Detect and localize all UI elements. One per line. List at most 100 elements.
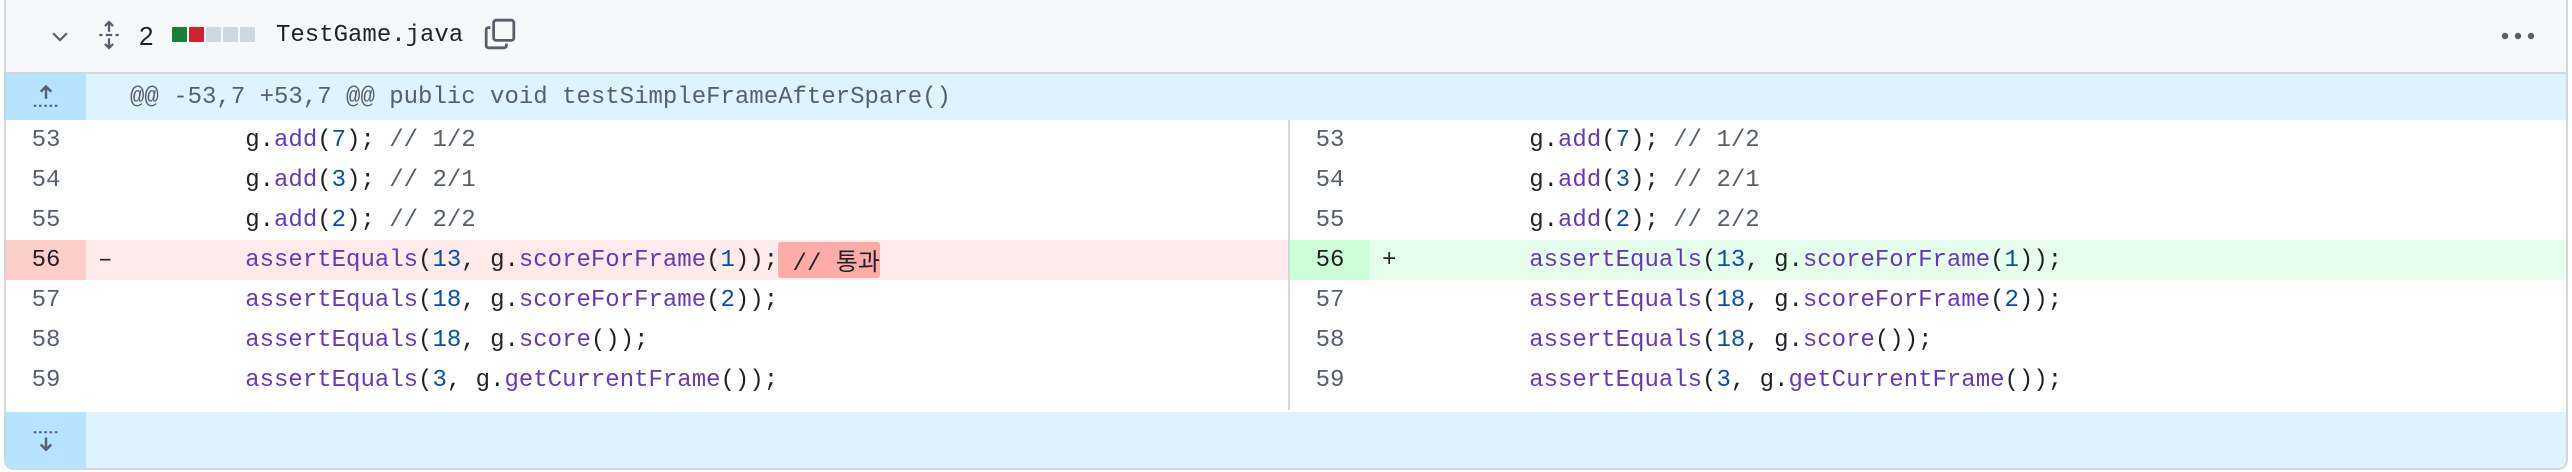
line-number[interactable]: 56 (6, 240, 86, 280)
code-token: ( (418, 366, 433, 394)
line-number[interactable]: 56 (1290, 240, 1370, 280)
diff-line: 54 g. add(3); // 2/1 (1290, 160, 2566, 200)
code-token: 18 (1716, 326, 1746, 354)
chevron-down-icon[interactable] (42, 20, 78, 52)
code-token: 1 (2004, 246, 2019, 274)
code-token: ( (418, 246, 433, 274)
code-line: g. add(7); // 1/2 (1414, 120, 1760, 160)
code-token: )); (2018, 286, 2063, 314)
code-token: 18 (432, 286, 462, 314)
code-token: ( (418, 326, 433, 354)
line-number[interactable]: 54 (1290, 160, 1370, 200)
line-number[interactable]: 58 (6, 320, 86, 360)
changes-count: 2 (139, 21, 154, 51)
line-number[interactable]: 54 (6, 160, 86, 200)
line-number[interactable]: 59 (1290, 360, 1370, 400)
code-token: , g. (1745, 286, 1803, 314)
code-line: assertEquals(18, g. scoreForFrame(2)); (130, 280, 778, 320)
line-number[interactable]: 53 (6, 120, 86, 160)
code-token: ); (1630, 126, 1674, 154)
code-line: assertEquals(3, g. getCurrentFrame ()); (1414, 360, 2062, 400)
code-token: scoreForFrame (1802, 246, 1991, 274)
copy-icon[interactable] (480, 14, 520, 54)
line-number[interactable]: 53 (1290, 120, 1370, 160)
code-token: scoreForFrame (518, 246, 707, 274)
code-token: ( (317, 166, 332, 194)
code-line: g. add(2); // 2/2 (130, 200, 475, 240)
code-token: ( (1601, 206, 1616, 234)
unfold-icon[interactable] (92, 16, 126, 54)
code-token: 2 (331, 206, 347, 234)
code-token: add (274, 126, 318, 154)
code-token: score (1802, 326, 1875, 354)
code-token: 3 (1716, 366, 1731, 394)
line-number[interactable]: 57 (1290, 280, 1370, 320)
code-line: g. add(7); // 1/2 (130, 120, 475, 160)
expand-down-icon[interactable] (6, 412, 86, 468)
hunk-footer-row (6, 412, 2566, 468)
code-token: ( (1702, 366, 1717, 394)
code-token: ( (1702, 246, 1717, 274)
code-token: , g. (1745, 326, 1803, 354)
code-token: assertEquals (245, 246, 419, 274)
code-token: ( (317, 126, 332, 154)
code-token: // 1/2 (1673, 126, 1760, 154)
code-token: 13 (432, 246, 462, 274)
diff-line: 55 g. add(2); // 2/2 (6, 200, 1288, 240)
code-token: ( (1990, 246, 2005, 274)
right-diff-side: 53 g. add(7); // 1/2 54 g. add(3); // 2/1 55… (1290, 120, 2566, 410)
code-token: ( (706, 286, 721, 314)
hunk-header-row: @@ -53,7 +53,7 @@ public void testSimple… (6, 74, 2566, 120)
kebab-horizontal-icon[interactable] (2496, 18, 2540, 54)
code-token: , g. (1730, 366, 1789, 394)
code-token: g. (1414, 126, 1559, 154)
code-line: assertEquals(13, g. scoreForFrame(1)); (1414, 240, 2062, 280)
code-line: assertEquals(18, g. score ()); (130, 320, 649, 360)
line-number[interactable]: 55 (6, 200, 86, 240)
code-token: // 2/1 (389, 166, 476, 194)
code-token: add (274, 206, 318, 234)
diff-line: 58 assertEquals(18, g. score ()); (1290, 320, 2566, 360)
diff-line: 57 assertEquals(18, g. scoreForFrame(2)); (6, 280, 1288, 320)
code-token: g. (130, 166, 275, 194)
diff-line: 56– assertEquals(13, g. scoreForFrame(1))… (6, 240, 1288, 280)
code-token: , g. (446, 366, 505, 394)
code-token: 2 (1615, 206, 1631, 234)
expand-up-icon[interactable] (6, 74, 86, 120)
code-line: assertEquals(18, g. scoreForFrame(2)); (1414, 280, 2062, 320)
code-token: getCurrentFrame (504, 366, 721, 394)
diff-line: 53 g. add(7); // 1/2 (6, 120, 1288, 160)
diffstat-block-neutral (223, 27, 238, 42)
code-token: assertEquals (1529, 286, 1703, 314)
code-token: ()); (720, 366, 779, 394)
line-number[interactable]: 59 (6, 360, 86, 400)
code-token: , g. (1745, 246, 1803, 274)
line-number[interactable]: 57 (6, 280, 86, 320)
diff-line: 57 assertEquals(18, g. scoreForFrame(2)); (1290, 280, 2566, 320)
code-line: assertEquals(3, g. getCurrentFrame ()); (130, 360, 778, 400)
code-token: ()); (590, 326, 649, 354)
code-token: // 2/2 (1673, 206, 1760, 234)
line-number[interactable]: 55 (1290, 200, 1370, 240)
diff-line: 56 + assertEquals(13, g. scoreForFrame(1))… (1290, 240, 2566, 280)
code-token: // 2/1 (1673, 166, 1760, 194)
code-line: g. add(3); // 2/1 (1414, 160, 1760, 200)
line-number[interactable]: 58 (1290, 320, 1370, 360)
code-token: ( (418, 286, 433, 314)
code-token: 2 (720, 286, 735, 314)
code-token: add (1558, 126, 1602, 154)
code-line: assertEquals(13, g. scoreForFrame(1)); //… (130, 240, 880, 280)
code-token: scoreForFrame (518, 286, 707, 314)
code-token: ( (1990, 286, 2005, 314)
file-name[interactable]: TestGame.java (276, 19, 463, 53)
code-token: assertEquals (245, 326, 419, 354)
code-token: assertEquals (245, 286, 419, 314)
diff-line: 54 g. add(3); // 2/1 (6, 160, 1288, 200)
diffstat-block-added (172, 27, 187, 42)
code-token: ( (1702, 326, 1717, 354)
code-token: add (1558, 166, 1602, 194)
